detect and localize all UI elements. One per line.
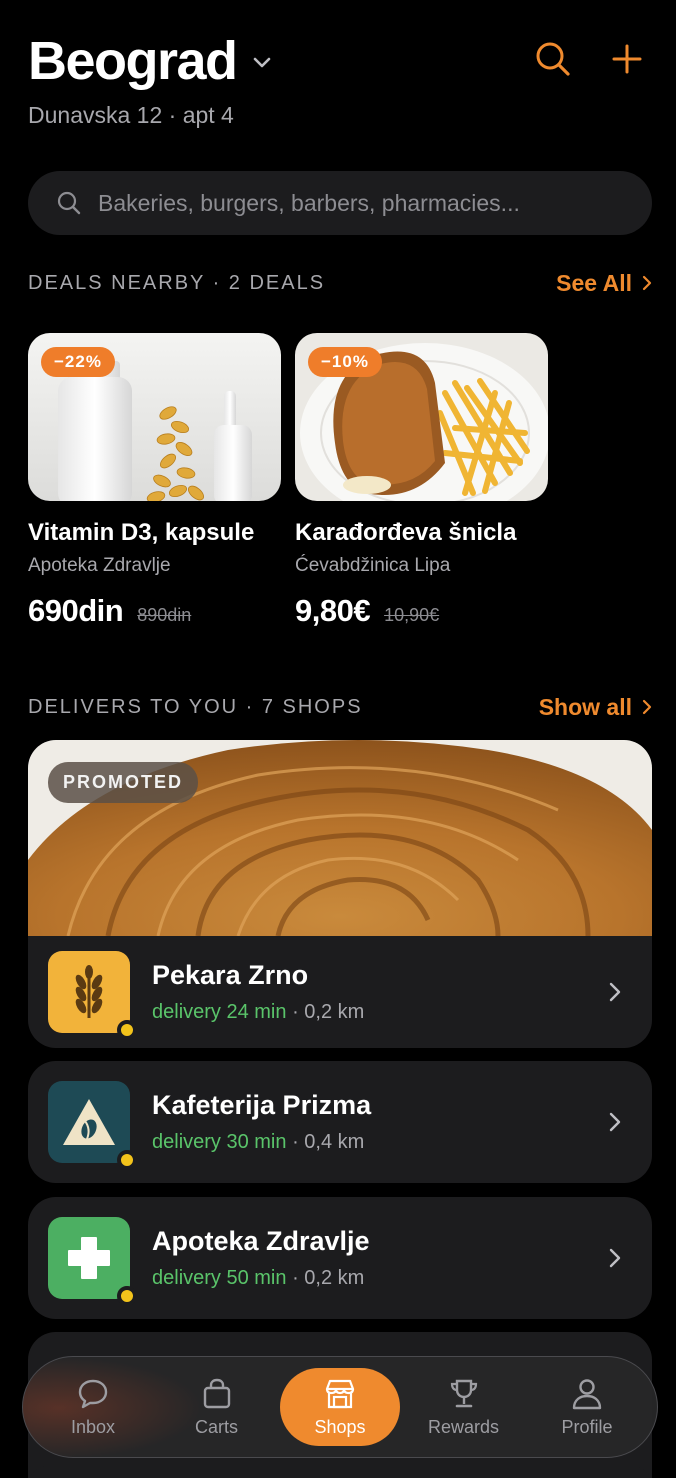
storefront-icon	[325, 1379, 355, 1408]
tab-profile[interactable]: Profile	[527, 1368, 647, 1446]
shop-card[interactable]: Apoteka Zdravlje delivery 50 min · 0,2 k…	[28, 1197, 652, 1319]
search-icon	[536, 42, 570, 76]
tab-inbox[interactable]: Inbox	[33, 1368, 153, 1446]
search-button[interactable]	[532, 38, 574, 80]
see-all-label: See All	[556, 270, 632, 296]
distance: · 0,4 km	[292, 1131, 365, 1153]
delivery-time: delivery 24 min	[152, 1001, 287, 1023]
open-status-dot	[117, 1150, 137, 1170]
coffee-triangle-icon	[63, 1099, 115, 1145]
shop-logo-bakery	[48, 951, 137, 1040]
promoted-badge: PROMOTED	[48, 762, 199, 803]
tab-label: Inbox	[70, 1416, 116, 1437]
shop-card[interactable]: Kafeterija Prizma delivery 30 min · 0,4 …	[28, 1061, 652, 1183]
chevron-right-icon	[604, 1247, 626, 1269]
shop-name: Kafeterija Prizma	[152, 1090, 372, 1120]
tab-label: Shops	[314, 1416, 366, 1437]
shopping-bag-icon	[203, 1378, 230, 1408]
pharmacy-cross-icon	[68, 1237, 110, 1279]
see-all-deals-link[interactable]: See All	[556, 270, 652, 297]
tab-label: Carts	[194, 1416, 238, 1437]
show-all-label: Show all	[538, 694, 632, 720]
promoted-shop-row[interactable]: Pekara Zrno delivery 24 min · 0,2 km	[28, 936, 652, 1048]
tab-carts[interactable]: Carts	[157, 1368, 277, 1446]
deal-image-schnitzel: −10%	[295, 333, 548, 501]
deal-old-price: 10,90€	[384, 605, 440, 625]
shop-logo-pharmacy	[48, 1217, 137, 1306]
promoted-image-burek: PROMOTED	[28, 740, 652, 936]
shop-card-partial[interactable]	[28, 1466, 652, 1478]
deal-name: Vitamin D3, kapsule	[28, 519, 255, 546]
person-icon	[572, 1378, 602, 1409]
tab-rewards[interactable]: Rewards	[404, 1368, 524, 1446]
deal-name: Karađorđeva šnicla	[295, 519, 517, 546]
chevron-right-icon	[604, 981, 626, 1003]
delivery-time: delivery 50 min	[152, 1267, 287, 1289]
show-all-shops-link[interactable]: Show all	[539, 694, 652, 721]
distance: · 0,2 km	[292, 1267, 365, 1289]
chevron-down-icon[interactable]	[251, 52, 273, 74]
bottom-tab-bar: Inbox Carts Shops Rewards Profile	[22, 1356, 658, 1458]
discount-badge: −22%	[41, 347, 115, 377]
tab-label: Profile	[561, 1416, 613, 1437]
city-title[interactable]: Beograd	[28, 30, 238, 92]
header: Beograd Dunavska 12 · apt 4	[28, 30, 648, 130]
shops-section-title: DELIVERS TO YOU · 7 SHOPS	[28, 696, 363, 718]
deal-image-vitamins: −22%	[28, 333, 281, 501]
deal-price: 690din	[28, 593, 124, 628]
chevron-right-icon	[642, 695, 652, 721]
deal-card[interactable]: −22% Vitamin D3, kapsule Apoteka Zdravlj…	[28, 333, 281, 629]
tab-shops[interactable]: Shops	[280, 1368, 400, 1446]
chevron-right-icon	[604, 1111, 626, 1133]
tab-label: Rewards	[427, 1416, 500, 1437]
deal-shop: Apoteka Zdravlje	[28, 555, 171, 576]
shop-logo-cafe	[48, 1081, 137, 1170]
chat-bubble-icon	[78, 1379, 108, 1408]
shop-name: Apoteka Zdravlje	[152, 1226, 370, 1256]
open-status-dot	[117, 1286, 137, 1306]
wheat-icon	[75, 965, 103, 1018]
chevron-right-icon	[642, 271, 652, 297]
open-status-dot	[117, 1020, 137, 1040]
search-placeholder: Bakeries, burgers, barbers, pharmacies..…	[98, 189, 520, 216]
delivery-time: delivery 30 min	[152, 1131, 287, 1153]
discount-badge: −10%	[308, 347, 382, 377]
search-input[interactable]: Bakeries, burgers, barbers, pharmacies..…	[28, 171, 652, 235]
deal-old-price: 890din	[137, 605, 192, 625]
deals-section-header: DEALS NEARBY · 2 DEALS See All	[28, 270, 652, 297]
distance: · 0,2 km	[292, 1001, 365, 1023]
deal-card[interactable]: −10% Karađorđeva šnicla Ćevabdžinica Lip…	[295, 333, 548, 629]
trophy-icon	[450, 1379, 477, 1407]
deal-shop: Ćevabdžinica Lipa	[295, 555, 451, 576]
add-button[interactable]	[606, 38, 648, 80]
promoted-shop-card[interactable]: PROMOTED Pekara Zrno delivery 24 min · 0…	[28, 740, 652, 1048]
plus-icon	[612, 44, 642, 74]
deals-section-title: DEALS NEARBY · 2 DEALS	[28, 272, 326, 294]
delivery-address[interactable]: Dunavska 12 · apt 4	[28, 102, 648, 129]
search-icon	[57, 191, 81, 215]
shop-name: Pekara Zrno	[152, 960, 309, 990]
deal-price: 9,80€	[295, 593, 371, 628]
shops-section-header: DELIVERS TO YOU · 7 SHOPS Show all	[28, 694, 652, 721]
